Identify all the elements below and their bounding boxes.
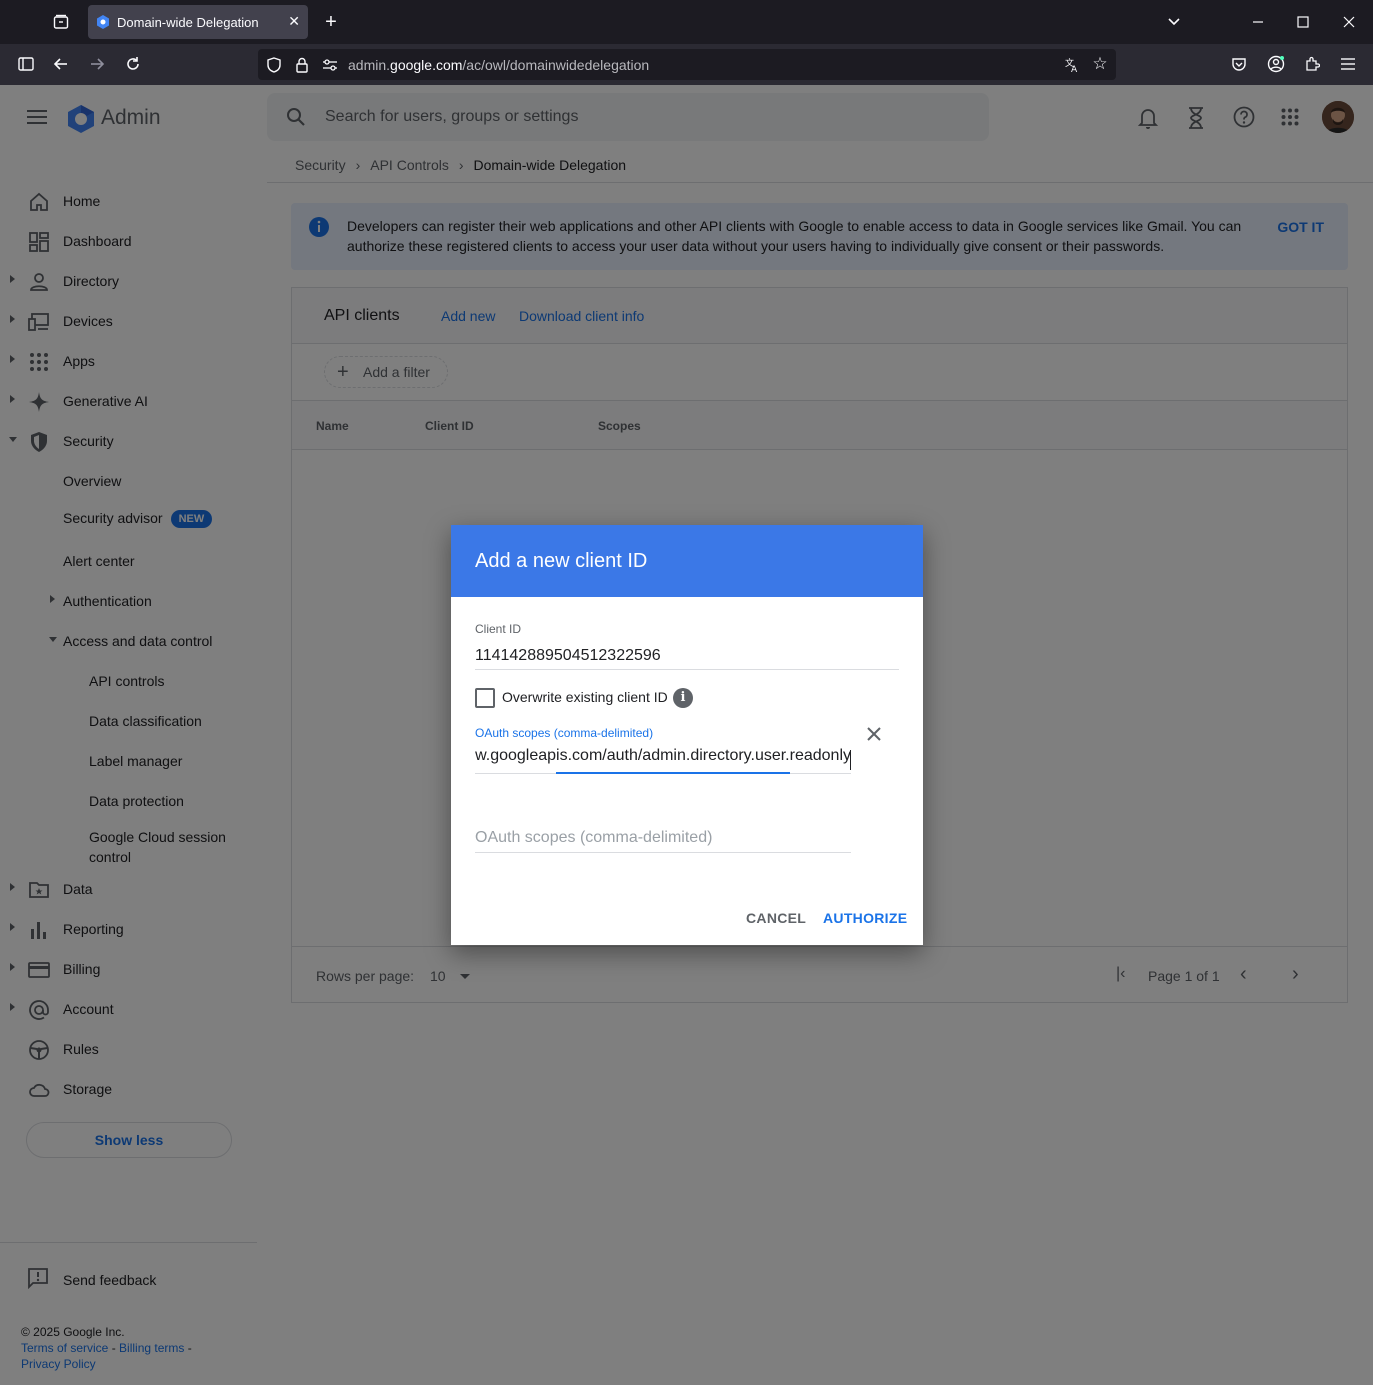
browser-nav-bar: admin.google.com/ac/owl/domainwidedelega… xyxy=(0,44,1373,85)
back-icon[interactable] xyxy=(51,54,71,74)
client-id-underline xyxy=(475,669,899,670)
maximize-icon[interactable] xyxy=(1293,12,1313,32)
sidebar-toggle-icon[interactable] xyxy=(15,54,37,74)
new-tab-icon[interactable]: + xyxy=(320,11,342,33)
browser-tab-bar: Domain-wide Delegation ✕ + xyxy=(0,0,1373,44)
remove-scope-close-icon[interactable] xyxy=(864,724,884,744)
pocket-icon[interactable] xyxy=(1229,54,1249,74)
tab-list-chevron-icon[interactable] xyxy=(1164,12,1184,32)
overwrite-label: Overwrite existing client ID xyxy=(502,689,668,705)
text-cursor xyxy=(850,750,851,770)
admin-console: Admin Home Dashboard Directory Devices xyxy=(0,85,1373,1385)
admin-favicon-icon xyxy=(97,15,109,29)
lock-icon[interactable] xyxy=(292,55,312,75)
dialog-header: Add a new client ID xyxy=(451,525,923,597)
account-icon[interactable] xyxy=(1266,54,1286,74)
overwrite-checkbox[interactable] xyxy=(475,688,495,708)
active-tab[interactable]: Domain-wide Delegation ✕ xyxy=(88,5,308,39)
forward-icon[interactable] xyxy=(87,54,107,74)
additional-scope-input[interactable]: OAuth scopes (comma-delimited) xyxy=(475,829,712,847)
dialog-title: Add a new client ID xyxy=(475,550,648,572)
client-id-input[interactable]: 114142889504512322596 xyxy=(475,647,661,665)
extensions-icon[interactable] xyxy=(1302,54,1322,74)
shield-icon[interactable] xyxy=(264,55,284,75)
bookmark-star-icon[interactable]: ☆ xyxy=(1090,54,1110,74)
url-text[interactable]: admin.google.com/ac/owl/domainwidedelega… xyxy=(348,57,649,73)
additional-scope-underline xyxy=(475,852,851,853)
url-bar[interactable]: admin.google.com/ac/owl/domainwidedelega… xyxy=(258,49,1116,80)
authorize-button[interactable]: AUTHORIZE xyxy=(823,910,907,926)
tab-close-icon[interactable]: ✕ xyxy=(288,13,300,30)
cancel-button[interactable]: CANCEL xyxy=(746,910,806,926)
scope-focus-underline xyxy=(556,772,790,774)
add-client-id-dialog: Add a new client ID Client ID 1141428895… xyxy=(451,525,923,945)
site-permissions-icon[interactable] xyxy=(320,55,340,75)
translate-icon[interactable]: 文A xyxy=(1062,55,1082,75)
client-id-label: Client ID xyxy=(475,622,522,636)
info-icon[interactable]: i xyxy=(673,688,693,708)
minimize-icon[interactable] xyxy=(1248,12,1268,32)
scopes-label: OAuth scopes (comma-delimited) xyxy=(475,726,654,740)
tab-overview-icon[interactable] xyxy=(50,12,72,32)
app-menu-icon[interactable] xyxy=(1338,54,1358,74)
svg-text:A: A xyxy=(1071,65,1078,73)
oauth-scope-input[interactable]: https://www.googleapis.com/auth/admin.di… xyxy=(475,747,851,775)
close-window-icon[interactable] xyxy=(1339,12,1359,32)
tab-title: Domain-wide Delegation xyxy=(117,15,259,30)
reload-icon[interactable] xyxy=(123,54,143,74)
